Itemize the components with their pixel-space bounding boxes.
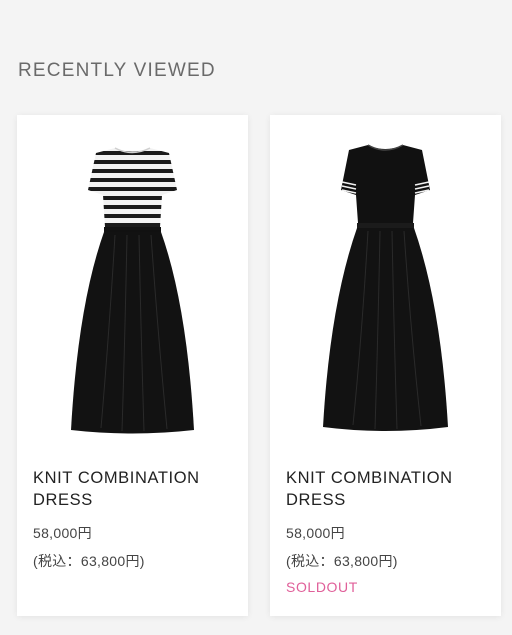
product-name[interactable]: KNIT COMBINATION DRESS xyxy=(33,467,238,511)
product-card[interactable]: KNIT COMBINATION DRESS 58,000円 (税込：63,80… xyxy=(17,115,248,616)
product-image[interactable] xyxy=(17,135,248,440)
black-knit-dress-image xyxy=(323,144,448,431)
product-price-tax: (税込：63,800円) xyxy=(33,553,145,569)
product-price-tax: (税込：63,800円) xyxy=(286,553,398,569)
product-price: 58,000円 xyxy=(286,525,345,541)
striped-knit-dress-image xyxy=(71,147,194,434)
product-name[interactable]: KNIT COMBINATION DRESS xyxy=(286,467,491,511)
soldout-badge: SOLDOUT xyxy=(286,579,358,595)
section-title: RECENTLY VIEWED xyxy=(18,60,216,81)
product-price: 58,000円 xyxy=(33,525,92,541)
product-image[interactable] xyxy=(270,135,501,440)
product-card[interactable]: KNIT COMBINATION DRESS 58,000円 (税込：63,80… xyxy=(270,115,501,616)
